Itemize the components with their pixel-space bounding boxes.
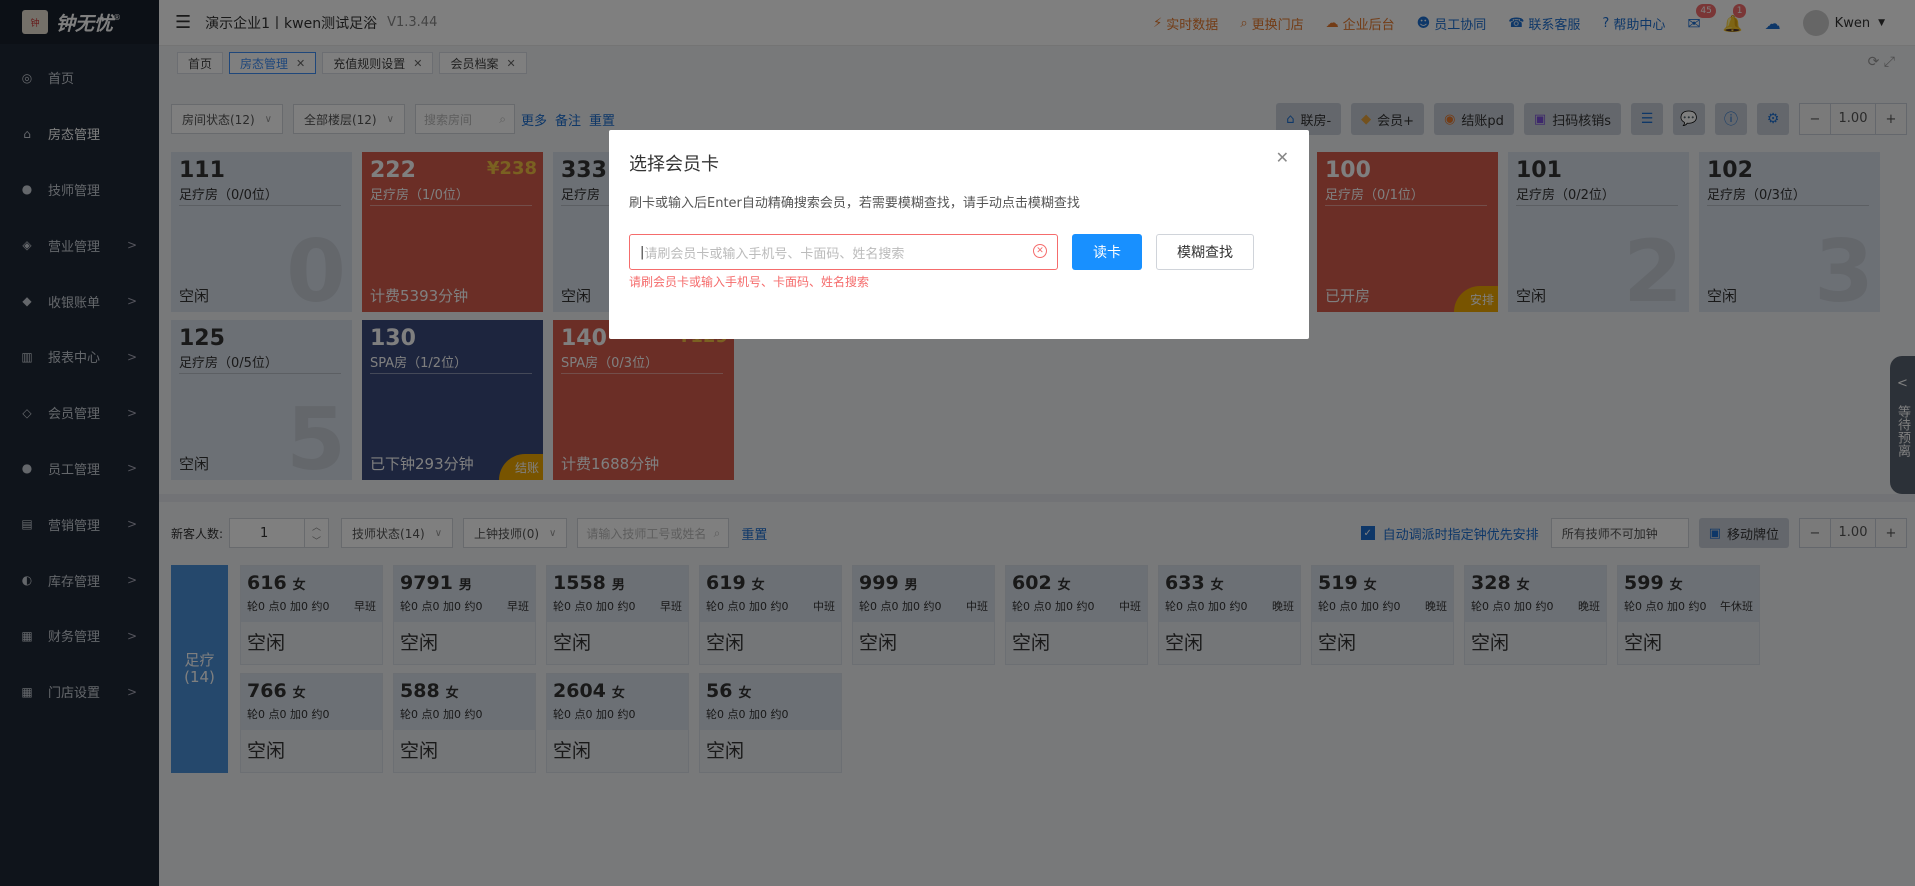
validation-error: 请刷会员卡或输入手机号、卡面码、姓名搜索 [629, 275, 870, 289]
member-card-dialog: 选择会员卡 ✕ 刷卡或输入后Enter自动精确搜索会员，若需要模糊查找，请手动点… [609, 130, 1309, 339]
fuzzy-search-button[interactable]: 模糊查找 [1156, 234, 1254, 270]
clear-icon[interactable]: ✕ [1033, 244, 1047, 258]
read-card-button[interactable]: 读卡 [1072, 234, 1142, 270]
dialog-title: 选择会员卡 [629, 154, 719, 175]
member-search-input[interactable]: | 请刷会员卡或输入手机号、卡面码、姓名搜索 ✕ [629, 234, 1058, 270]
member-search-placeholder: 请刷会员卡或输入手机号、卡面码、姓名搜索 [644, 246, 905, 262]
dialog-description: 刷卡或输入后Enter自动精确搜索会员，若需要模糊查找，请手动点击模糊查找 [629, 196, 1080, 211]
close-icon[interactable]: ✕ [1276, 148, 1289, 167]
